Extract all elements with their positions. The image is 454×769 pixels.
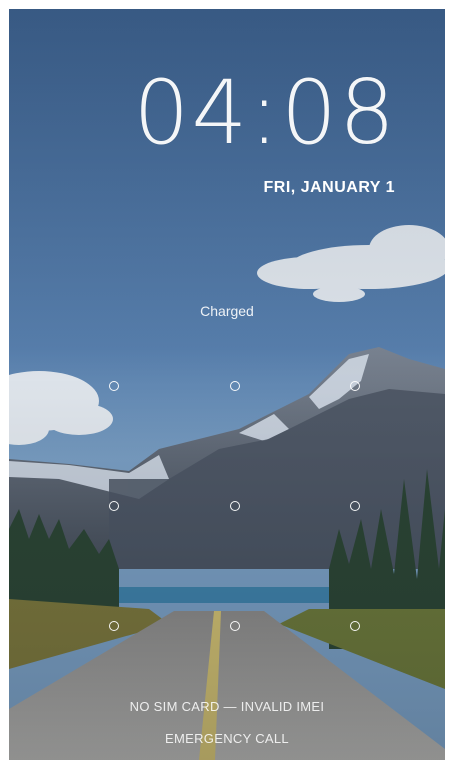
pattern-dot-7[interactable] bbox=[109, 621, 119, 631]
clock-date: FRI, JANUARY 1 bbox=[263, 179, 395, 196]
charging-status: Charged bbox=[200, 303, 254, 319]
sim-status-text: NO SIM CARD — INVALID IMEI bbox=[129, 699, 325, 714]
lockscreen: 04:08 FRI, JANUARY 1 Charged NO SIM CARD… bbox=[9, 9, 445, 760]
emergency-call-button[interactable]: EMERGENCY CALL bbox=[9, 731, 445, 746]
pattern-dot-8[interactable] bbox=[230, 621, 240, 631]
pattern-dot-6[interactable] bbox=[350, 501, 360, 511]
pattern-dot-5[interactable] bbox=[230, 501, 240, 511]
pattern-dot-4[interactable] bbox=[109, 501, 119, 511]
pattern-dot-2[interactable] bbox=[230, 381, 240, 391]
pattern-dot-3[interactable] bbox=[350, 381, 360, 391]
pattern-lock-grid[interactable] bbox=[69, 341, 399, 641]
pattern-dot-1[interactable] bbox=[109, 381, 119, 391]
clock-time: 04:08 bbox=[133, 61, 397, 164]
pattern-dot-9[interactable] bbox=[350, 621, 360, 631]
